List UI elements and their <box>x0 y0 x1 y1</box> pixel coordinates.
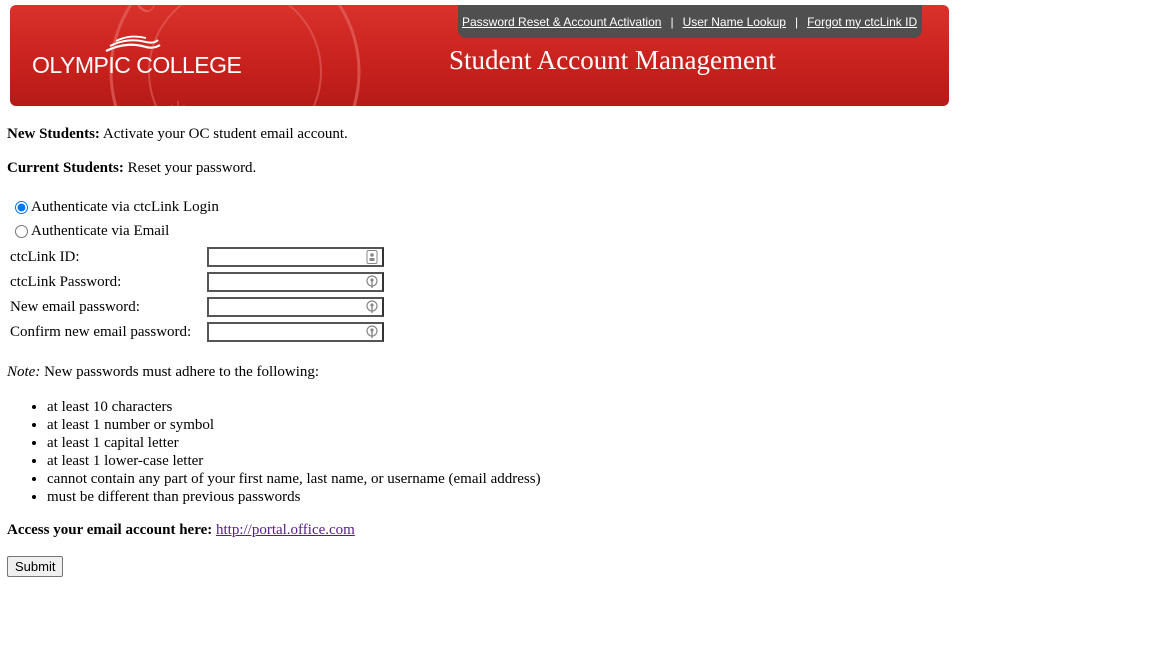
svg-text:OLYMPIC: OLYMPIC <box>129 5 294 20</box>
header-banner: OLYMPIC OLYMPIC COLLEGE Student Account … <box>10 5 949 106</box>
new-students-line: New Students: Activate your OC student e… <box>7 126 348 143</box>
list-item: at least 1 capital letter <box>47 434 541 452</box>
auth-option-email[interactable]: Authenticate via Email <box>13 223 169 240</box>
auth-email-radio[interactable] <box>15 225 28 238</box>
nav-separator: | <box>794 14 799 29</box>
nav-username-lookup[interactable]: User Name Lookup <box>683 15 786 29</box>
nav-separator: | <box>670 14 674 29</box>
auth-ctclink-radio[interactable] <box>15 201 28 214</box>
list-item: cannot contain any part of your first na… <box>47 470 541 488</box>
page-title: Student Account Management <box>449 45 776 75</box>
ctclink-password-label: ctcLink Password: <box>10 274 122 290</box>
key-icon <box>366 275 378 288</box>
note-label: Note: <box>7 364 41 380</box>
olympic-college-logo: OLYMPIC COLLEGE <box>32 35 242 85</box>
ctclink-password-field[interactable] <box>207 272 384 292</box>
new-students-label: New Students: <box>7 126 100 142</box>
portal-office-link[interactable]: http://portal.office.com <box>216 522 355 538</box>
current-students-text: Reset your password. <box>123 160 257 176</box>
nav-forgot-ctclink-id[interactable]: Forgot my ctcLink ID <box>807 15 917 29</box>
nav-password-reset[interactable]: Password Reset & Account Activation <box>462 15 661 29</box>
submit-button[interactable]: Submit <box>7 556 64 577</box>
contact-card-icon <box>366 250 378 264</box>
auth-option-label: Authenticate via ctcLink Login <box>31 199 219 215</box>
password-rules-list: at least 10 characters at least 1 number… <box>7 398 541 506</box>
confirm-password-label: Confirm new email password: <box>10 324 192 340</box>
list-item: at least 10 characters <box>47 398 541 416</box>
current-students-line: Current Students: Reset your password. <box>7 160 256 177</box>
access-label: Access your email account here: <box>7 522 213 538</box>
list-item: must be different than previous password… <box>47 488 541 506</box>
ctclink-id-field[interactable] <box>207 247 384 267</box>
access-line: Access your email account here: http://p… <box>7 522 355 539</box>
list-item: at least 1 lower-case letter <box>47 452 541 470</box>
confirm-password-input[interactable] <box>209 324 363 340</box>
ctclink-id-input[interactable] <box>209 249 363 265</box>
top-nav: Password Reset & Account Activation | Us… <box>458 5 922 38</box>
ctclink-password-input[interactable] <box>209 274 363 290</box>
key-icon <box>366 325 378 338</box>
new-email-password-label: New email password: <box>10 299 140 315</box>
new-students-text: Activate your OC student email account. <box>99 126 348 142</box>
new-email-password-input[interactable] <box>209 299 363 315</box>
auth-option-ctclink[interactable]: Authenticate via ctcLink Login <box>13 199 219 216</box>
list-item: at least 1 number or symbol <box>47 416 541 434</box>
ctclink-id-label: ctcLink ID: <box>10 249 80 265</box>
note-text: New passwords must adhere to the followi… <box>40 364 320 380</box>
new-email-password-field[interactable] <box>207 297 384 317</box>
current-students-label: Current Students: <box>7 160 124 176</box>
note-line: Note: New passwords must adhere to the f… <box>7 364 319 381</box>
auth-option-label: Authenticate via Email <box>31 223 170 239</box>
logo-text: OLYMPIC COLLEGE <box>32 52 242 78</box>
confirm-password-field[interactable] <box>207 322 384 342</box>
key-icon <box>366 300 378 313</box>
